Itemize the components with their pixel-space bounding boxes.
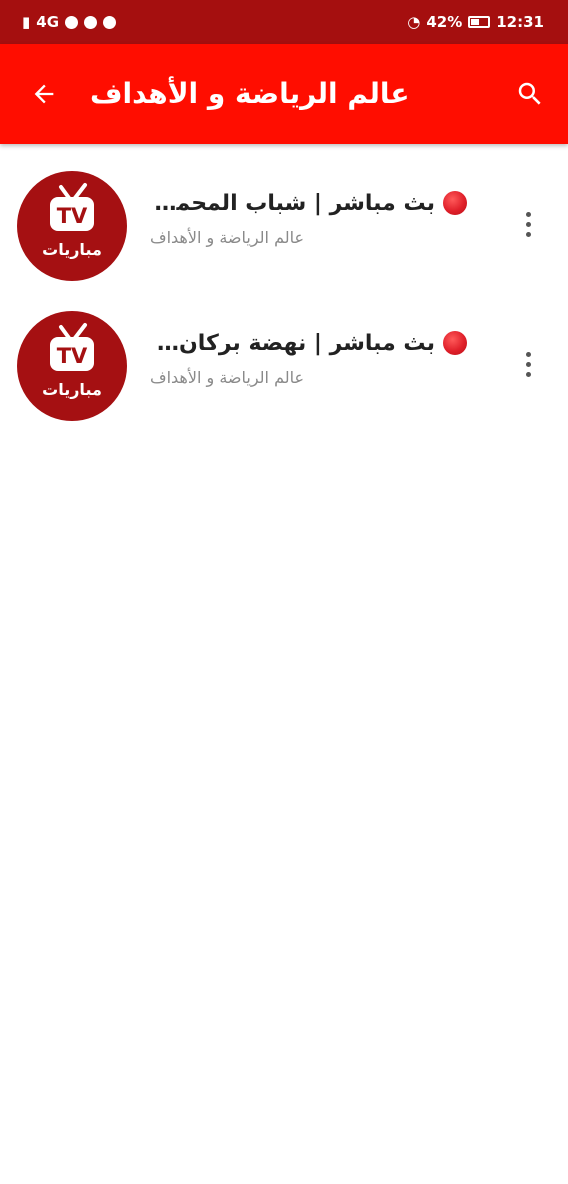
alarm-icon: ◔ [407, 13, 421, 31]
more-dot-icon [525, 361, 531, 367]
battery-percent: 42% [426, 13, 463, 31]
video-list: TV مباريات بث مباشر | شباب المحمدية عالم… [0, 144, 568, 424]
network-label: 4G [36, 13, 60, 31]
notification-icon [103, 15, 117, 29]
search-button[interactable] [508, 72, 552, 116]
channel-thumbnail: TV مباريات [17, 171, 127, 281]
status-right: ◔ 42% 12:31 [407, 11, 544, 33]
item-info: بث مباشر | نهضة بركان | ... عالم الرياضة… [150, 326, 470, 387]
more-options-button[interactable] [518, 204, 538, 244]
status-bar: ▮ 4G ◔ 42% 12:31 [0, 0, 568, 44]
more-dot-icon [525, 221, 531, 227]
signal-icon: ▮ [22, 13, 31, 31]
svg-text:مباريات: مباريات [42, 380, 102, 399]
tv-logo-icon: TV مباريات [42, 183, 102, 259]
list-item[interactable]: TV مباريات بث مباشر | شباب المحمدية عالم… [0, 144, 568, 284]
item-subtitle: عالم الرياضة و الأهداف [150, 368, 305, 387]
more-options-button[interactable] [518, 344, 538, 384]
svg-text:مباريات: مباريات [42, 240, 102, 259]
svg-text:TV: TV [57, 204, 88, 228]
app-bar: عالم الرياضة و الأهداف [0, 44, 568, 144]
item-title: بث مباشر | شباب المحمدية [150, 190, 435, 216]
search-icon [518, 82, 541, 105]
live-indicator-icon [443, 331, 467, 355]
live-indicator-icon [443, 191, 467, 215]
notification-icon [84, 15, 98, 29]
svg-text:TV: TV [57, 344, 88, 368]
more-dot-icon [525, 351, 531, 357]
item-title: بث مباشر | نهضة بركان | ... [150, 330, 435, 356]
battery-icon [468, 16, 491, 28]
title-row: بث مباشر | نهضة بركان | ... [150, 326, 470, 360]
item-info: بث مباشر | شباب المحمدية عالم الرياضة و … [150, 186, 470, 247]
tv-logo-icon: TV مباريات [42, 323, 102, 399]
back-button[interactable] [22, 72, 66, 116]
more-dot-icon [525, 371, 531, 377]
status-left: ▮ 4G [22, 11, 117, 33]
item-subtitle: عالم الرياضة و الأهداف [150, 228, 305, 247]
more-dot-icon [525, 211, 531, 217]
channel-thumbnail: TV مباريات [17, 311, 127, 421]
more-dot-icon [525, 231, 531, 237]
notification-icon [65, 15, 79, 29]
page-title: عالم الرياضة و الأهداف [90, 77, 410, 110]
clock: 12:31 [496, 13, 544, 31]
list-item[interactable]: TV مباريات بث مباشر | نهضة بركان | ... ع… [0, 284, 568, 424]
title-row: بث مباشر | شباب المحمدية [150, 186, 470, 220]
arrow-back-icon [34, 84, 54, 104]
